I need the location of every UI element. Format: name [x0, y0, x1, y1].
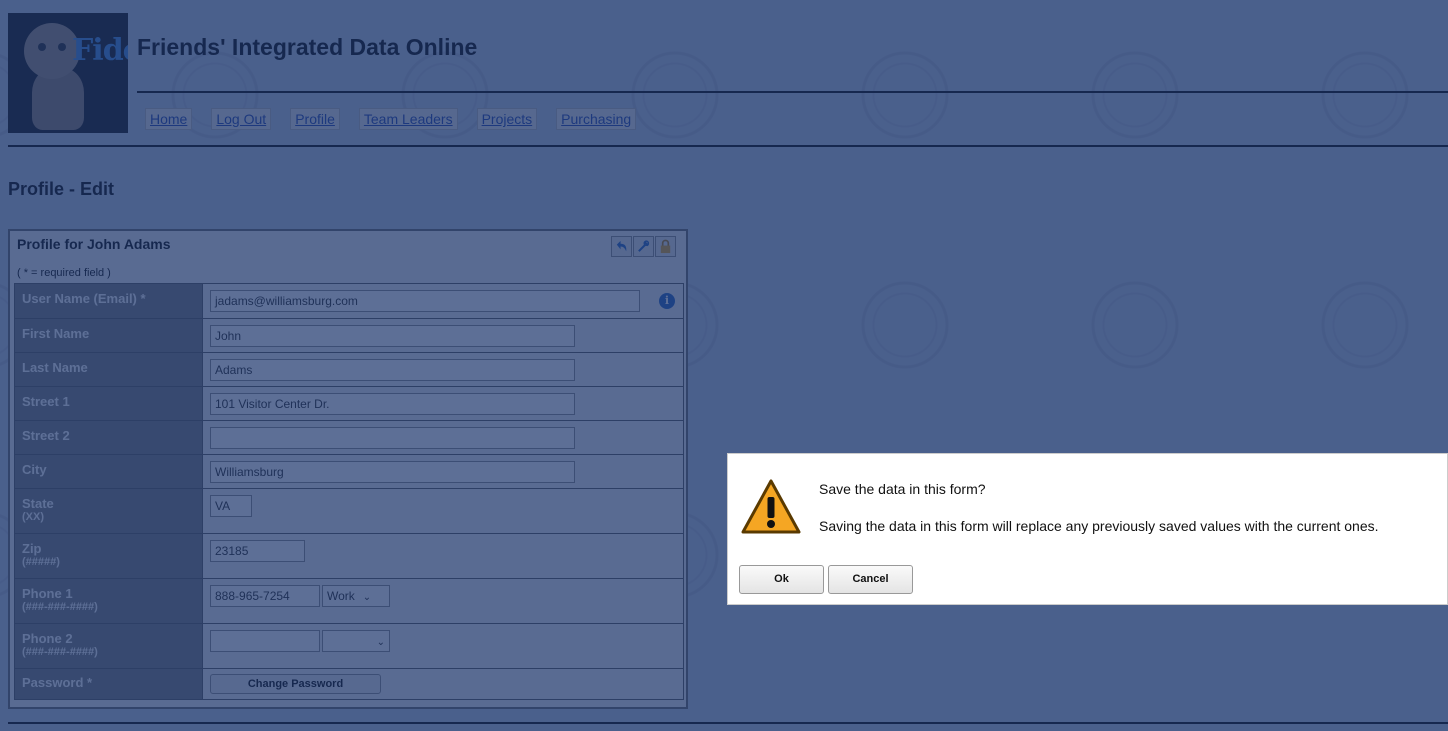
profile-panel: Profile for John Adams ( * = required fi… — [8, 229, 688, 709]
nav-profile-link[interactable]: Profile — [290, 108, 340, 130]
form-row-street2: Street 2 — [14, 420, 684, 455]
profile-form: User Name (Email) * jadams@williamsburg.… — [14, 283, 684, 700]
username-input[interactable]: jadams@williamsburg.com — [210, 290, 640, 312]
zip-hint: (#####) — [22, 556, 60, 568]
phone2-label: Phone 2 — [22, 631, 73, 646]
nav-team-leaders-link[interactable]: Team Leaders — [358, 108, 458, 130]
street1-input[interactable]: 101 Visitor Center Dr. — [210, 393, 575, 415]
required-field-note: ( * = required field ) — [17, 267, 111, 279]
chevron-down-icon: ⌄ — [362, 592, 372, 603]
form-row-first-name: First Name John — [14, 318, 684, 353]
page-title: Profile - Edit — [8, 179, 115, 199]
site-title: Friends' Integrated Data Online — [137, 34, 478, 60]
phone2-hint: (###-###-####) — [22, 646, 98, 658]
city-label: City — [22, 462, 47, 477]
confirm-save-dialog: Save the data in this form? Saving the d… — [727, 453, 1448, 605]
phone1-type-value: Work — [327, 589, 355, 603]
tools-icon[interactable] — [633, 236, 654, 257]
form-row-street1: Street 1 101 Visitor Center Dr. — [14, 386, 684, 421]
warning-icon — [741, 479, 801, 534]
form-row-username: User Name (Email) * jadams@williamsburg.… — [14, 283, 684, 319]
phone1-label: Phone 1 — [22, 586, 73, 601]
form-row-city: City Williamsburg — [14, 454, 684, 489]
phone2-type-select[interactable]: ⌄ — [322, 630, 390, 652]
lock-icon[interactable] — [655, 236, 676, 257]
undo-icon[interactable] — [611, 236, 632, 257]
phone1-type-select[interactable]: Work ⌄ — [322, 585, 390, 607]
state-input[interactable]: VA — [210, 495, 252, 517]
first-name-label: First Name — [22, 326, 90, 341]
last-name-label: Last Name — [22, 360, 88, 375]
form-row-password: Password * Change Password — [14, 668, 684, 700]
panel-toolbar — [611, 236, 676, 257]
panel-title: Profile for John Adams — [17, 236, 171, 252]
zip-label: Zip — [22, 541, 42, 556]
cancel-button[interactable]: Cancel — [828, 565, 913, 594]
dog-eye — [58, 43, 66, 51]
phone1-input[interactable]: 888-965-7254 — [210, 585, 320, 607]
form-row-zip: Zip (#####) 23185 — [14, 533, 684, 579]
last-name-input[interactable]: Adams — [210, 359, 575, 381]
nav-purchasing-link[interactable]: Purchasing — [556, 108, 637, 130]
change-password-button[interactable]: Change Password — [210, 674, 381, 694]
state-label: State — [22, 496, 54, 511]
fido-logo: Fido — [8, 13, 128, 133]
dog-eye — [38, 43, 46, 51]
street1-label: Street 1 — [22, 394, 70, 409]
info-icon[interactable]: i — [659, 293, 675, 309]
city-input[interactable]: Williamsburg — [210, 461, 575, 483]
nav-logout-link[interactable]: Log Out — [211, 108, 272, 130]
footer-divider — [8, 722, 1448, 724]
dialog-title: Save the data in this form? — [819, 481, 986, 497]
first-name-input[interactable]: John — [210, 325, 575, 347]
dialog-message: Saving the data in this form will replac… — [819, 518, 1379, 534]
zip-input[interactable]: 23185 — [210, 540, 305, 562]
phone1-hint: (###-###-####) — [22, 601, 98, 613]
street2-input[interactable] — [210, 427, 575, 449]
main-nav: Home Log Out Profile Team Leaders Projec… — [145, 108, 655, 130]
chevron-down-icon: ⌄ — [376, 637, 385, 648]
logo-text: Fido — [72, 33, 128, 68]
form-row-state: State (XX) VA — [14, 488, 684, 534]
ok-button[interactable]: Ok — [739, 565, 824, 594]
phone2-input[interactable] — [210, 630, 320, 652]
nav-home-link[interactable]: Home — [145, 108, 193, 130]
state-hint: (XX) — [22, 511, 44, 523]
form-row-phone1: Phone 1 (###-###-####) 888-965-7254 Work ⌄ — [14, 578, 684, 624]
nav-projects-link[interactable]: Projects — [476, 108, 538, 130]
username-label: User Name (Email) * — [22, 291, 146, 306]
header-divider — [137, 91, 1448, 93]
form-row-last-name: Last Name Adams — [14, 352, 684, 387]
password-label: Password * — [22, 675, 93, 690]
nav-divider — [8, 145, 1448, 147]
form-row-phone2: Phone 2 (###-###-####) ⌄ — [14, 623, 684, 669]
street2-label: Street 2 — [22, 428, 70, 443]
